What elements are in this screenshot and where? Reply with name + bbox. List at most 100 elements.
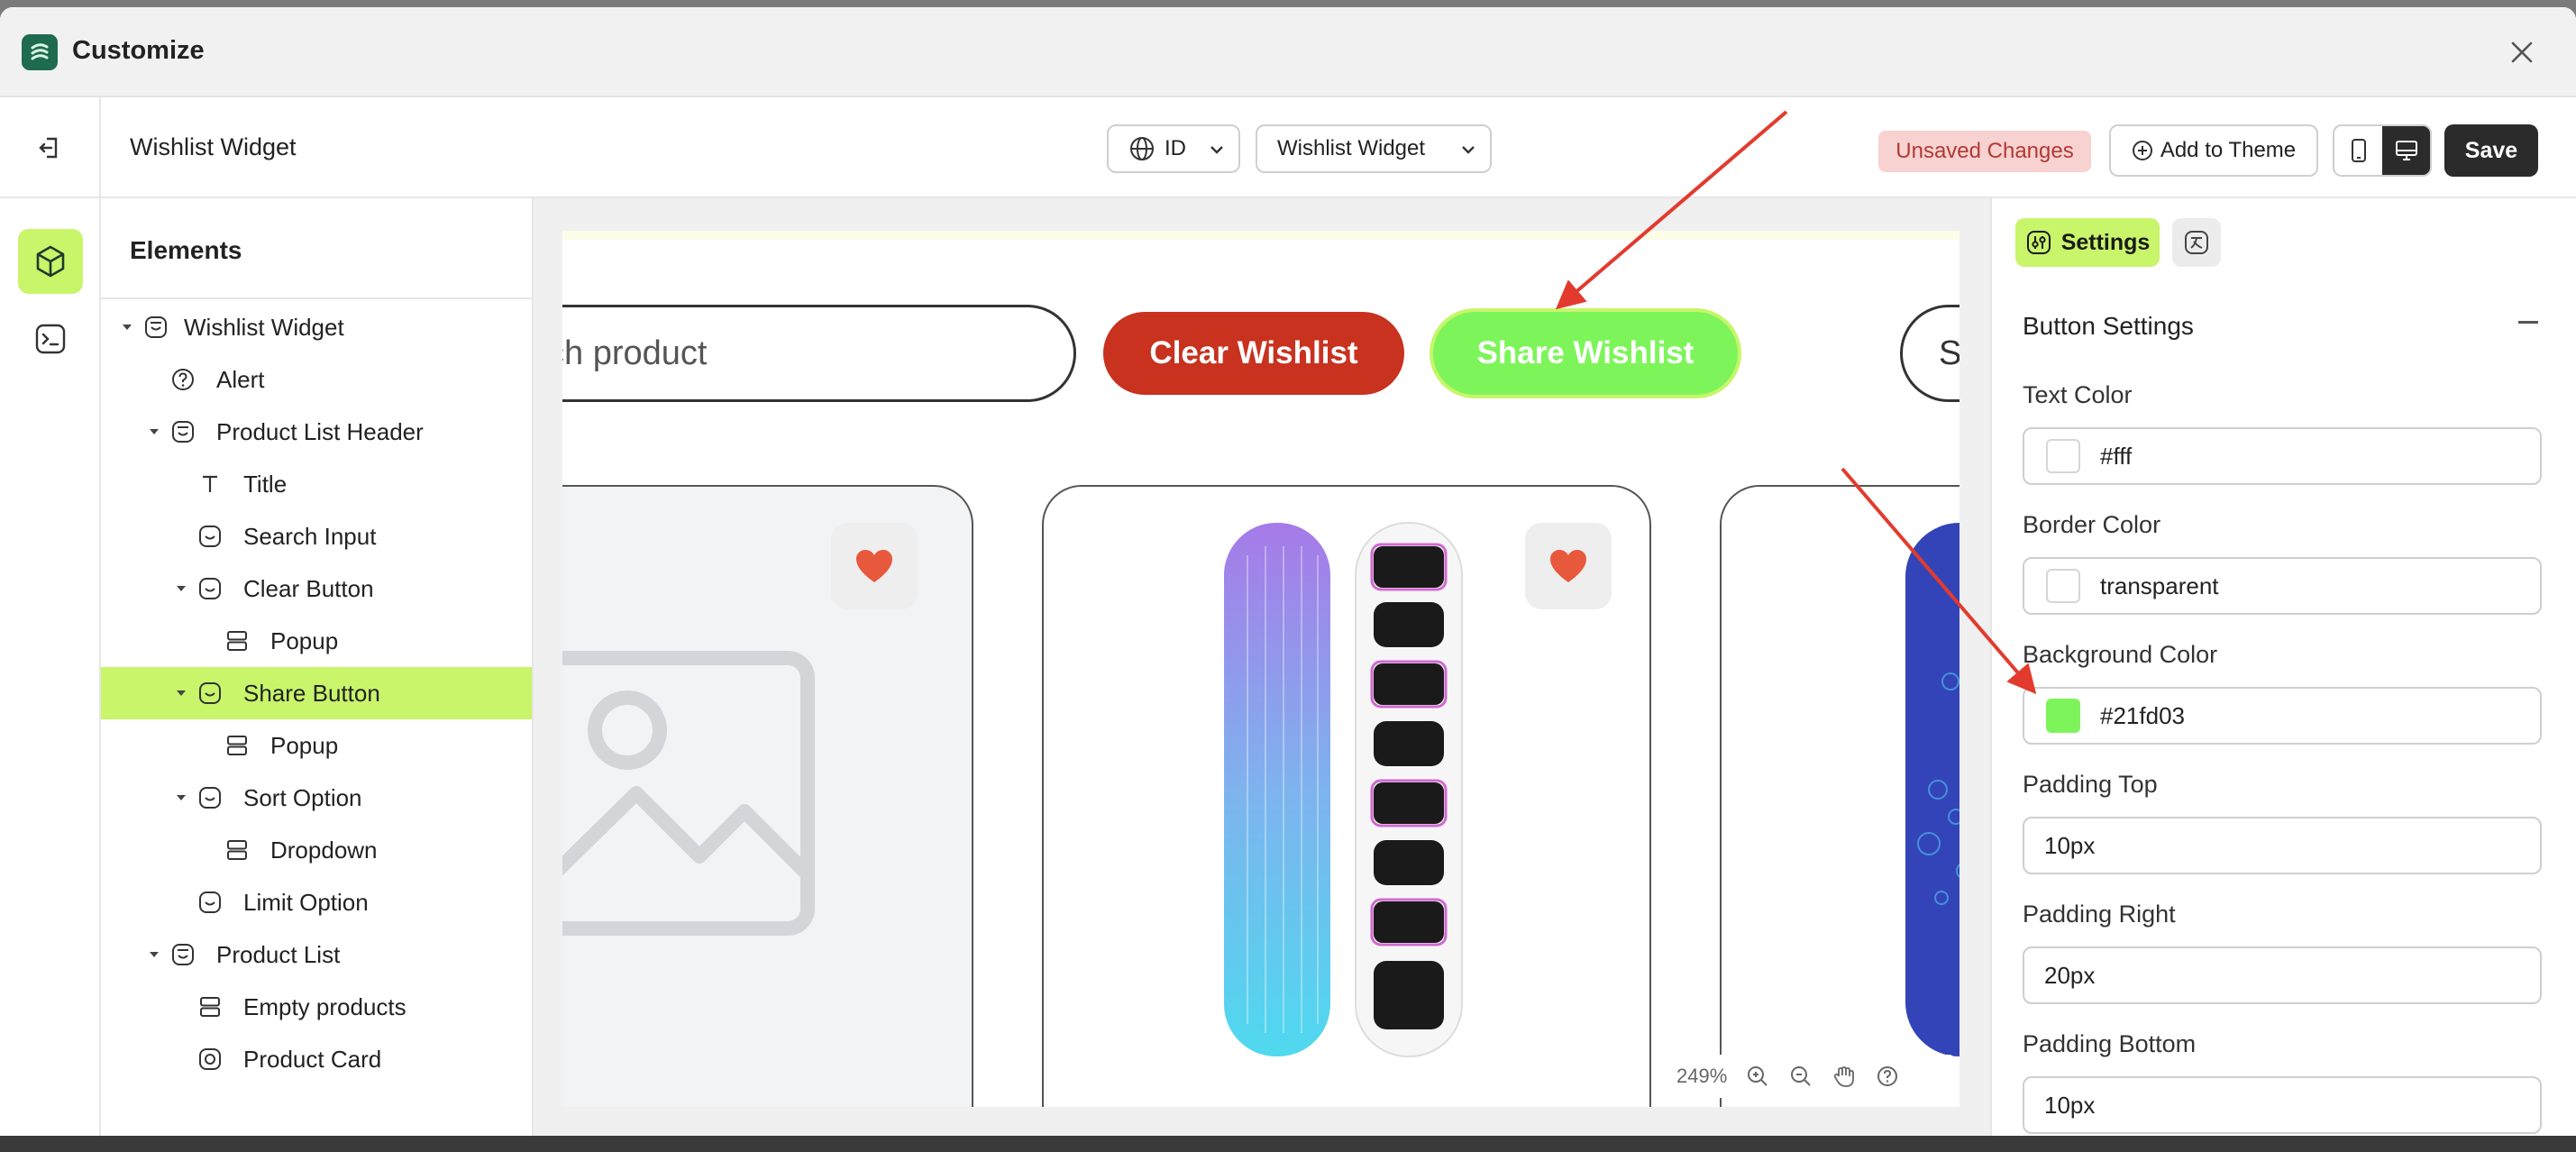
- tree-item-wishlist-widget[interactable]: Wishlist Widget: [101, 301, 532, 353]
- elements-title: Elements: [101, 198, 532, 299]
- rows-icon: [196, 993, 224, 1020]
- border-color-swatch[interactable]: [2046, 569, 2080, 603]
- page-select[interactable]: Wishlist Widget: [1256, 124, 1492, 173]
- tree-item-product-list-header[interactable]: Product List Header: [101, 406, 532, 458]
- section-icon: [169, 941, 196, 968]
- unsaved-changes-badge: Unsaved Changes: [1878, 131, 2091, 172]
- snowboard-image: [1224, 522, 1463, 1057]
- tree-item-dropdown[interactable]: Dropdown: [101, 824, 532, 876]
- block-icon: [196, 575, 224, 602]
- rows-icon: [224, 627, 251, 654]
- tree-item-product-list[interactable]: Product List: [101, 928, 532, 981]
- globe-icon: [1130, 137, 1154, 160]
- zoom-in-icon[interactable]: [1745, 1064, 1770, 1089]
- tree-item-popup[interactable]: Popup: [101, 719, 532, 772]
- tree-item-label: Product Card: [243, 1045, 382, 1073]
- tree-item-search-input[interactable]: Search Input: [101, 510, 532, 562]
- tree-item-title[interactable]: Title: [101, 458, 532, 510]
- zoom-level: 249%: [1676, 1065, 1728, 1087]
- background-color-swatch[interactable]: [2046, 699, 2080, 733]
- tree-item-clear-button[interactable]: Clear Button: [101, 562, 532, 615]
- preview-share-wishlist-button[interactable]: Share Wishlist: [1430, 308, 1741, 398]
- background-color-label: Background Color: [2023, 641, 2218, 668]
- tree-item-product-card[interactable]: Product Card: [101, 1033, 532, 1085]
- border-color-label: Border Color: [2023, 511, 2161, 538]
- product-card[interactable]: [562, 485, 973, 1107]
- help-icon[interactable]: [1875, 1064, 1900, 1089]
- mobile-view-button[interactable]: [2334, 126, 2382, 175]
- rows-icon: [224, 837, 251, 864]
- desktop-view-button[interactable]: [2382, 126, 2430, 175]
- elements-rail-button[interactable]: [18, 229, 83, 294]
- section-icon: [169, 418, 196, 445]
- padding-right-input[interactable]: 20px: [2023, 946, 2542, 1004]
- translate-icon: [2185, 231, 2208, 254]
- heart-icon: [856, 550, 892, 582]
- product-card[interactable]: [1720, 485, 1959, 1107]
- settings-panel: Settings Button Settings Text Color #fff…: [1990, 198, 2576, 1136]
- preview-clear-wishlist-button[interactable]: Clear Wishlist: [1103, 312, 1404, 395]
- text-color-field[interactable]: #fff: [2023, 427, 2542, 485]
- zoom-out-icon[interactable]: [1788, 1064, 1813, 1089]
- search-text: ch product: [562, 334, 708, 372]
- dock-edge: [0, 1136, 2576, 1152]
- button-settings-title: Button Settings: [2023, 312, 2194, 340]
- tree-item-limit-option[interactable]: Limit Option: [101, 876, 532, 928]
- close-icon[interactable]: [2507, 38, 2536, 67]
- background-color-field[interactable]: #21fd03: [2023, 687, 2542, 745]
- preview-sort-select[interactable]: S: [1900, 305, 1959, 402]
- padding-right-label: Padding Right: [2023, 901, 2176, 928]
- add-to-theme-button[interactable]: Add to Theme: [2109, 124, 2318, 177]
- cube-icon: [36, 245, 65, 278]
- save-button[interactable]: Save: [2444, 124, 2538, 177]
- tab-settings[interactable]: Settings: [2015, 218, 2160, 267]
- image-placeholder-icon: [562, 651, 815, 936]
- border-color-field[interactable]: transparent: [2023, 557, 2542, 615]
- tree-item-label: Share Button: [243, 679, 380, 707]
- app-title: Customize: [72, 36, 205, 65]
- tree-item-sort-option[interactable]: Sort Option: [101, 772, 532, 824]
- snowboard-image: [1905, 523, 1959, 1056]
- widget-icon: [142, 314, 169, 341]
- tree-item-label: Alert: [216, 365, 265, 393]
- padding-top-label: Padding Top: [2023, 771, 2158, 798]
- exit-button[interactable]: [0, 97, 101, 198]
- collapse-icon[interactable]: [2518, 321, 2538, 324]
- exit-icon: [39, 137, 58, 159]
- tree-item-share-button[interactable]: Share Button: [101, 667, 532, 719]
- text-color-swatch[interactable]: [2046, 439, 2080, 473]
- text-color-label: Text Color: [2023, 381, 2133, 408]
- hand-pan-icon[interactable]: [1832, 1064, 1857, 1089]
- title-bar: Customize: [0, 7, 2576, 97]
- text-color-value: #fff: [2100, 442, 2133, 470]
- padding-bottom-input[interactable]: 10px: [2023, 1076, 2542, 1134]
- tree-item-popup[interactable]: Popup: [101, 615, 532, 667]
- tree-item-label: Limit Option: [243, 888, 369, 916]
- wishlist-heart-button[interactable]: [1525, 523, 1612, 609]
- page-name: Wishlist Widget: [130, 133, 297, 160]
- tree-item-label: Title: [243, 470, 288, 498]
- language-select[interactable]: ID: [1107, 124, 1240, 173]
- block-icon: [196, 784, 224, 811]
- preview-search-input[interactable]: ch product: [562, 305, 1076, 402]
- preview-canvas: ch product Clear Wishlist Share Wishlist…: [562, 231, 1959, 1107]
- tab-style[interactable]: [2172, 218, 2221, 267]
- question-circle-icon: [169, 366, 196, 393]
- chevron-down-icon: [1462, 146, 1475, 154]
- padding-bottom-value: 10px: [2044, 1091, 2096, 1119]
- top-toolbar: Wishlist Widget ID Wishlist Widget Unsav…: [0, 97, 2576, 198]
- tree-item-label: Sort Option: [243, 783, 362, 811]
- app-logo-icon: [22, 34, 58, 70]
- wishlist-heart-button[interactable]: [831, 523, 918, 609]
- tree-item-label: Empty products: [243, 992, 406, 1020]
- tree-item-label: Wishlist Widget: [184, 313, 344, 341]
- tree-item-empty-products[interactable]: Empty products: [101, 981, 532, 1033]
- tree-item-alert[interactable]: Alert: [101, 353, 532, 406]
- code-rail-button[interactable]: [18, 306, 83, 371]
- block-icon: [196, 680, 224, 707]
- padding-top-input[interactable]: 10px: [2023, 817, 2542, 874]
- sort-text: S: [1939, 334, 1959, 372]
- block-icon: [196, 889, 224, 916]
- tree-item-label: Search Input: [243, 522, 377, 550]
- product-card[interactable]: [1042, 485, 1651, 1107]
